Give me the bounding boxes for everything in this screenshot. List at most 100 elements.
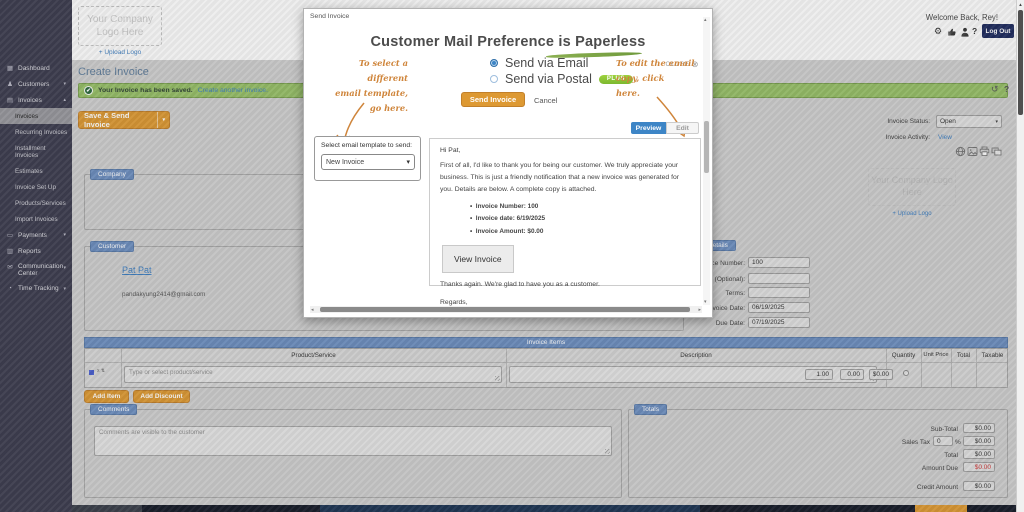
- reports-icon: ▥: [6, 247, 14, 255]
- sidebar: ▦ Dashboard ♟ Customers ▾ ▤ Invoices ▴ I…: [0, 0, 72, 512]
- bottom-bar: [72, 505, 1024, 512]
- row-handle-icon[interactable]: [89, 370, 94, 375]
- scroll-up-icon[interactable]: ▴: [704, 17, 707, 23]
- unit-price-input[interactable]: 0.00: [840, 369, 864, 380]
- invoice-logo-placeholder[interactable]: Your Company Logo Here: [868, 168, 956, 206]
- modal-horizontal-scrollbar[interactable]: ◂ ▸: [310, 306, 702, 313]
- terms-field[interactable]: [748, 287, 810, 298]
- chevron-down-icon: ▾: [995, 119, 998, 125]
- send-via-postal-option[interactable]: Send via Postal PLUS: [490, 72, 633, 86]
- dashboard-icon: ▦: [6, 64, 14, 72]
- save-send-label: Save & Send Invoice: [79, 111, 157, 129]
- chevron-down-icon: ▾: [63, 232, 66, 238]
- sidebar-subitem-recurring-invoices[interactable]: Recurring Invoices: [0, 124, 72, 140]
- col-quantity: Quantity: [886, 352, 921, 359]
- sidebar-subitem-products-services[interactable]: Products/Services: [0, 195, 72, 211]
- logout-button[interactable]: Log Out: [982, 24, 1014, 38]
- add-discount-button[interactable]: Add Discount: [133, 390, 190, 403]
- bottom-save-button[interactable]: [915, 505, 967, 512]
- page-scrollbar[interactable]: ▲: [1016, 0, 1024, 512]
- sidebar-subitem-invoices[interactable]: Invoices: [0, 108, 72, 124]
- send-invoice-button[interactable]: Send Invoice: [461, 92, 525, 107]
- invoice-status-value: Open: [940, 118, 956, 125]
- gear-icon[interactable]: ⚙: [934, 26, 942, 37]
- scroll-right-icon[interactable]: ▸: [698, 307, 701, 313]
- amount-due-field: $0.00: [963, 462, 995, 472]
- sidebar-item-label: Customers: [18, 81, 49, 88]
- comments-placeholder: Comments are visible to the customer: [99, 429, 205, 436]
- invoice-upload-logo-link[interactable]: + Upload Logo: [868, 211, 956, 217]
- scrollbar-thumb[interactable]: [1018, 10, 1023, 115]
- help-icon[interactable]: ?: [972, 26, 977, 36]
- scroll-left-icon[interactable]: ◂: [311, 307, 314, 313]
- time-tracking-icon: ◔: [6, 285, 14, 292]
- preview-tab-button[interactable]: Preview: [631, 122, 666, 134]
- chevron-down-icon: ▾: [63, 265, 66, 271]
- customer-name-link[interactable]: Pat Pat: [122, 265, 152, 275]
- product-service-input[interactable]: Type or select product/service: [124, 366, 502, 383]
- cancel-link[interactable]: Cancel: [534, 96, 557, 105]
- scrollbar-thumb[interactable]: [704, 121, 709, 173]
- sidebar-item-communication-center[interactable]: ✉ Communication Center ▾: [0, 259, 72, 281]
- invoice-activity-view-link[interactable]: View: [938, 134, 952, 141]
- view-invoice-button[interactable]: View Invoice: [442, 245, 514, 273]
- scroll-down-icon[interactable]: ▾: [704, 299, 707, 305]
- modal-vertical-scrollbar[interactable]: ▴ ▾: [703, 17, 710, 305]
- history-icon[interactable]: ↺: [991, 84, 999, 95]
- quantity-input[interactable]: 1.00: [805, 369, 833, 380]
- template-select[interactable]: New Invoice ▾: [321, 154, 415, 170]
- sidebar-item-customers[interactable]: ♟ Customers ▾: [0, 76, 72, 92]
- scrollbar-thumb[interactable]: [320, 307, 690, 312]
- chevron-down-icon: ▾: [63, 81, 66, 87]
- radio-unselected-icon[interactable]: [490, 75, 498, 83]
- sidebar-item-label: Time Tracking: [18, 285, 59, 292]
- sidebar-item-reports[interactable]: ▥ Reports: [0, 243, 72, 259]
- email-bullets: • Invoice Number: 100 • Invoice date: 6/…: [470, 201, 690, 238]
- sales-tax-rate-input[interactable]: 0: [933, 436, 953, 446]
- template-select-value: New Invoice: [326, 159, 364, 166]
- create-another-invoice-link[interactable]: Create another invoice.: [198, 87, 268, 94]
- comments-section-tab: Comments: [90, 404, 137, 415]
- sidebar-item-time-tracking[interactable]: ◔ Time Tracking ▾: [0, 281, 72, 296]
- send-via-email-option[interactable]: Send via Email: [490, 56, 588, 70]
- chevron-down-icon: ▾: [406, 158, 410, 166]
- taxable-checkbox[interactable]: [903, 370, 909, 376]
- email-body: First of all, I'd like to thank you for …: [440, 160, 690, 196]
- company-logo-placeholder[interactable]: Your Company Logo Here: [78, 6, 162, 46]
- due-date-field[interactable]: 07/19/2025: [748, 317, 810, 328]
- add-item-button[interactable]: Add Item: [84, 390, 129, 403]
- chevron-up-icon: ▴: [63, 97, 66, 103]
- sidebar-subitem-estimates[interactable]: Estimates: [0, 163, 72, 179]
- sidebar-subitem-installment-invoices[interactable]: Installment Invoices: [0, 140, 72, 163]
- invoice-date-field[interactable]: 06/19/2025: [748, 302, 810, 313]
- sidebar-subitem-invoice-set-up[interactable]: Invoice Set Up: [0, 179, 72, 195]
- row-delete-icon[interactable]: x ⇅: [97, 368, 105, 374]
- send-invoice-modal: Send Invoice CLOSE ⊗ Customer Mail Prefe…: [303, 8, 713, 318]
- devices-icon[interactable]: [991, 146, 1002, 157]
- scroll-up-icon[interactable]: ▲: [1017, 0, 1024, 9]
- sidebar-subitem-import-invoices[interactable]: Import Invoices: [0, 211, 72, 227]
- thumbs-up-icon[interactable]: [947, 27, 957, 37]
- printer-icon[interactable]: [979, 146, 990, 157]
- invoice-status-select[interactable]: Open ▾: [936, 115, 1002, 128]
- template-chooser-box: Select email template to send: New Invoi…: [314, 136, 421, 181]
- sidebar-item-payments[interactable]: ▭ Payments ▾: [0, 227, 72, 243]
- globe-icon[interactable]: [955, 146, 966, 157]
- welcome-text: Welcome Back, Rey!: [926, 13, 998, 22]
- upload-logo-link[interactable]: + Upload Logo: [78, 49, 162, 56]
- page-help-icon[interactable]: ?: [1004, 84, 1009, 94]
- radio-selected-icon[interactable]: [490, 59, 498, 67]
- comments-input[interactable]: Comments are visible to the customer: [94, 426, 612, 456]
- credit-amount-field: $0.00: [963, 481, 995, 491]
- sidebar-item-dashboard[interactable]: ▦ Dashboard: [0, 60, 72, 76]
- invoice-number-field[interactable]: 100: [748, 257, 810, 268]
- user-icon[interactable]: [960, 27, 970, 37]
- sales-tax-label: Sales Tax: [858, 439, 930, 446]
- sidebar-item-invoices[interactable]: ▤ Invoices ▴: [0, 92, 72, 108]
- image-icon[interactable]: [967, 146, 978, 157]
- save-send-invoice-button[interactable]: Save & Send Invoice ▾: [78, 111, 170, 129]
- col-taxable: Taxable: [976, 352, 1009, 359]
- edit-tab-button[interactable]: Edit: [666, 122, 699, 134]
- po-number-field[interactable]: [748, 273, 810, 284]
- send-via-email-label: Send via Email: [505, 56, 588, 70]
